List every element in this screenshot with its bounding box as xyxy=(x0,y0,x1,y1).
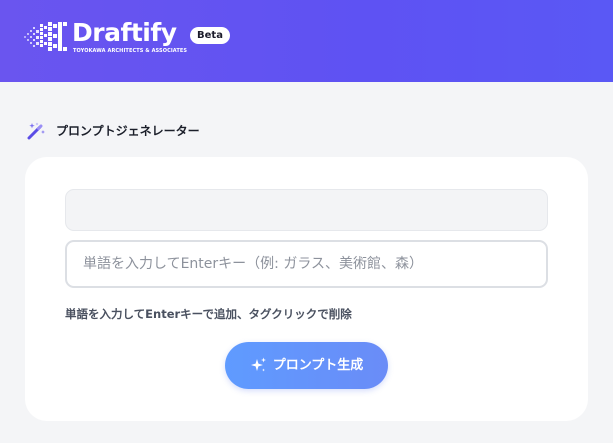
logo-wordmark: Draftify xyxy=(72,18,177,47)
sparkle-icon xyxy=(250,357,266,372)
logo-pixel-mark-icon xyxy=(24,22,67,51)
section-heading: プロンプトジェネレーター xyxy=(26,122,200,140)
generate-prompt-button[interactable]: プロンプト生成 xyxy=(225,342,388,389)
section-title: プロンプトジェネレーター xyxy=(56,124,200,138)
input-hint-text: 単語を入力してEnterキーで追加、タグクリックで削除 xyxy=(65,307,352,321)
beta-badge: Beta xyxy=(190,27,230,44)
app-header: Draftify TOYOKAWA ARCHITECTS & ASSOCIATE… xyxy=(0,0,613,82)
generate-prompt-label: プロンプト生成 xyxy=(272,358,364,373)
tag-list-area[interactable] xyxy=(65,189,548,231)
magic-wand-icon xyxy=(27,122,45,140)
word-input[interactable] xyxy=(65,240,548,288)
logo-subtitle: TOYOKAWA ARCHITECTS & ASSOCIATES xyxy=(73,48,188,54)
